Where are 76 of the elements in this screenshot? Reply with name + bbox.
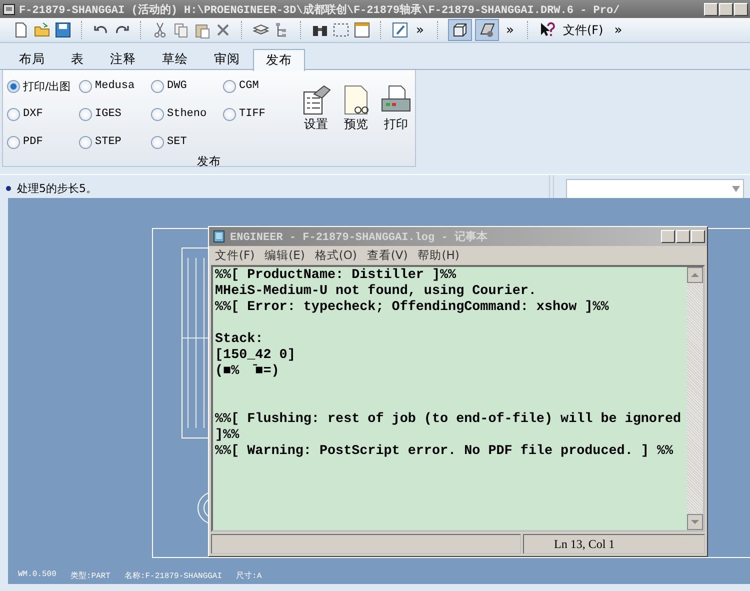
bullet-icon <box>6 186 11 191</box>
radio-button[interactable] <box>151 108 164 120</box>
ribbon-tab[interactable]: 发布 <box>253 49 305 71</box>
settings-button[interactable]: 设置 <box>297 84 335 156</box>
radio-button[interactable] <box>223 80 236 92</box>
text-line: ]%% <box>215 428 240 444</box>
menu-item[interactable]: 帮助(H) <box>418 248 460 263</box>
window-icon[interactable] <box>353 21 371 39</box>
sheet-info-text: 名称:F-21879-SHANGGAI <box>124 570 222 581</box>
text-line: %%[ Error: typecheck; OffendingCommand: xshow ]%% <box>215 300 610 316</box>
overflow-chevron[interactable]: » <box>610 22 626 38</box>
radio-label: Medusa <box>95 80 135 92</box>
sheet-info-text: WM.0.500 <box>18 570 56 581</box>
window-title: F-21879-SHANGGAI (活动的) H:\PROENGINEER-3D\成都联创\F-21879轴承\F-21879-SHANGGAI.DRW.6 - Pro/ <box>19 2 620 16</box>
text-line: Stack: <box>215 332 264 348</box>
open-folder-icon[interactable] <box>33 21 51 39</box>
pencil-sheet-icon[interactable] <box>391 21 409 39</box>
menu-item[interactable]: 格式(O) <box>314 248 357 263</box>
menu-item[interactable]: 查看(V) <box>366 248 408 263</box>
save-icon[interactable] <box>54 21 72 39</box>
radio-label: SET <box>167 136 187 148</box>
notepad-icon <box>213 230 226 243</box>
overflow-chevron[interactable]: » <box>412 22 428 38</box>
radio-button[interactable] <box>79 108 92 120</box>
radio-button[interactable] <box>151 80 164 92</box>
ribbon-tab[interactable]: 表 <box>58 48 97 70</box>
ribbon-tab[interactable]: 注释 <box>97 48 149 70</box>
radio-label: Stheno <box>167 108 207 120</box>
radio-label: 打印/出图 <box>23 78 71 94</box>
text-line: %%[ ProductName: Distiller ]%% <box>215 268 458 284</box>
radio-button[interactable] <box>7 136 20 148</box>
text-line: [150_42 0] <box>215 348 296 364</box>
menu-item[interactable]: 文件(F) <box>215 248 255 263</box>
sheet-info-text: 尺寸:A <box>236 570 262 581</box>
ribbon-tab[interactable]: 审阅 <box>201 48 253 70</box>
sheet-info-text: 类型:PART <box>70 570 110 581</box>
radio-label: TIFF <box>239 108 266 120</box>
filter-dropdown[interactable] <box>566 178 744 198</box>
copy-icon[interactable] <box>172 21 190 39</box>
menu-item[interactable]: 编辑(E) <box>264 248 305 263</box>
ribbon-tab[interactable]: 草绘 <box>149 48 201 70</box>
file-menu[interactable]: 文件(F) <box>558 22 608 38</box>
shaded-sheet-icon <box>478 21 496 39</box>
text-line: %%[ Warning: PostScript error. No PDF file produced. ] %% <box>215 444 674 460</box>
scroll-down-icon <box>687 514 703 530</box>
radio-label: PDF <box>23 136 43 148</box>
scroll-up-icon <box>687 267 703 283</box>
radio-button[interactable] <box>7 108 20 120</box>
radio-label: STEP <box>95 136 122 148</box>
view-toggle-button[interactable] <box>448 19 472 41</box>
caret-icon <box>732 186 740 192</box>
cube-icon <box>450 21 469 39</box>
app-icon <box>3 4 15 14</box>
text-line: (■% ̄■=) <box>215 364 280 380</box>
scrollbar[interactable] <box>687 267 703 530</box>
text-area[interactable] <box>213 267 687 530</box>
preview-button[interactable]: 预览 <box>337 84 375 156</box>
status-message: 处理5的步长5。 <box>17 181 98 196</box>
radio-label: IGES <box>95 108 122 120</box>
ribbon-tab[interactable]: 布局 <box>6 48 58 70</box>
radio-button[interactable] <box>79 136 92 148</box>
radio-button[interactable] <box>79 80 92 92</box>
selection-box-icon[interactable] <box>332 21 350 39</box>
text-line: MHeiS-Medium-U not found, using Courier. <box>215 284 538 300</box>
cursor-position: Ln 13, Col 1 <box>523 534 705 554</box>
radio-label: CGM <box>239 80 259 92</box>
group-label: 发布 <box>196 154 222 169</box>
overflow-chevron[interactable]: » <box>502 22 518 38</box>
text-line: %%[ Flushing: rest of job (to end-of-file) will be ignored <box>215 412 682 428</box>
radio-label: DXF <box>23 108 43 120</box>
print-button[interactable]: 打印 <box>377 84 415 156</box>
display-toggle-button[interactable] <box>474 19 499 41</box>
radio-button[interactable] <box>151 136 164 148</box>
radio-button[interactable] <box>7 80 20 92</box>
radio-button[interactable] <box>223 108 236 120</box>
radio-label: DWG <box>167 80 187 92</box>
